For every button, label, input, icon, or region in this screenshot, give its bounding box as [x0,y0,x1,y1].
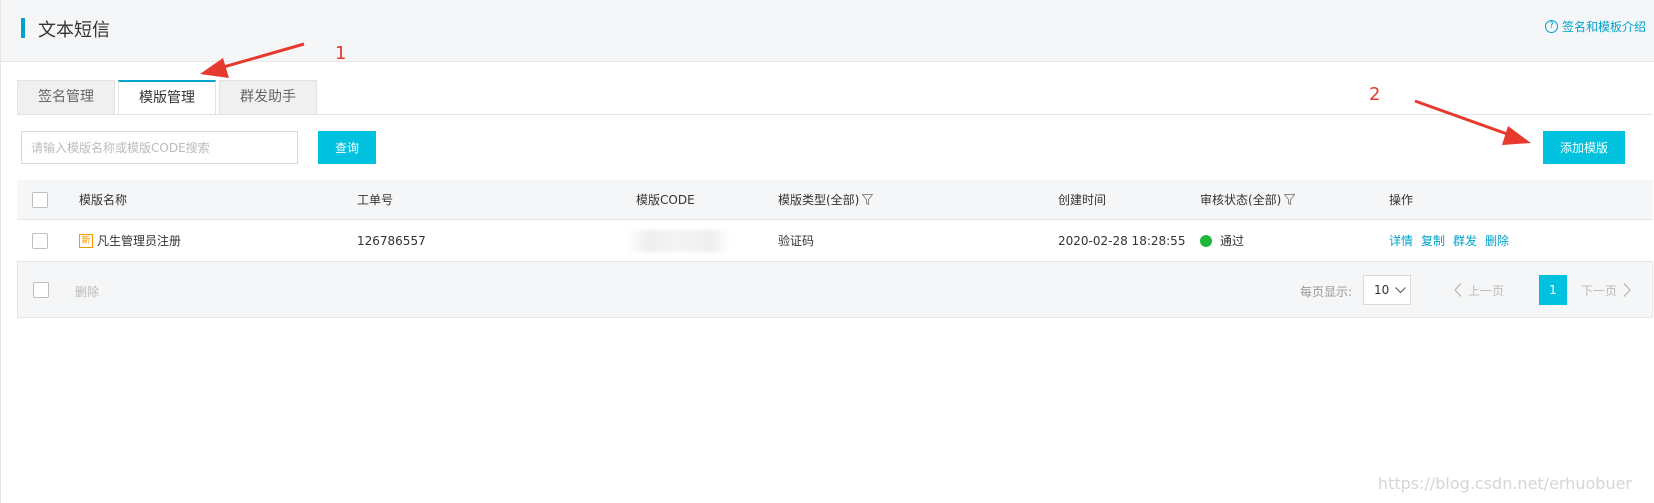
annotation-arrowhead-2 [1502,126,1531,145]
watermark: https://blog.csdn.net/erhuobuer [1377,474,1632,493]
annotation-label-2: 2 [1369,84,1381,105]
annotation-label-1: 1 [335,43,347,64]
annotation-arrows [200,42,1531,145]
annotation-arrowhead-1 [200,58,229,78]
annotation-arrow-2 [1414,99,1511,137]
annotation-arrow-1 [219,42,305,70]
